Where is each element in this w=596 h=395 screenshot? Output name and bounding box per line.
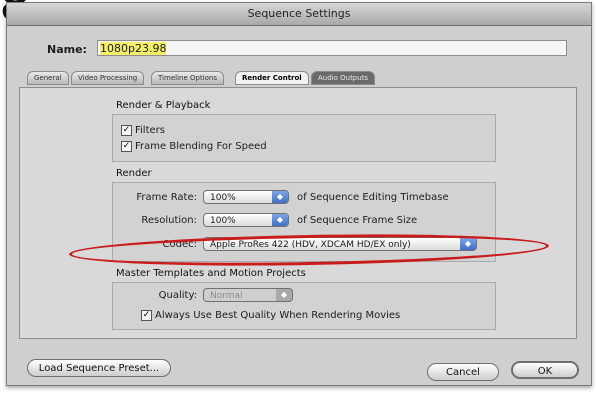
frame-rate-value: 100% — [210, 193, 236, 203]
ok-button[interactable]: OK — [511, 361, 579, 379]
resolution-label: Resolution: — [141, 215, 197, 226]
frame-rate-label: Frame Rate: — [136, 192, 197, 203]
sequence-settings-window: Sequence Settings Name: 1080p23.98 Gener… — [6, 2, 592, 386]
tab-video-processing[interactable]: Video Processing — [71, 71, 145, 85]
master-templates-title: Master Templates and Motion Projects — [116, 268, 306, 279]
name-label: Name: — [47, 43, 87, 56]
frame-rate-popup[interactable]: 100% ◆ — [203, 190, 289, 204]
cancel-button[interactable]: Cancel — [427, 363, 499, 381]
frame-blending-check-icon: ✓ — [121, 141, 132, 152]
render-title: Render — [116, 168, 152, 179]
name-field[interactable]: 1080p23.98 — [97, 40, 567, 56]
render-playback-group: ✓ Filters ✓ Frame Blending For Speed — [112, 114, 496, 162]
resolution-suffix: of Sequence Frame Size — [297, 215, 418, 226]
master-templates-group: Quality: Normal ◆ ✓ Always Use Best Qual… — [112, 282, 496, 330]
frame-rate-suffix: of Sequence Editing Timebase — [297, 192, 449, 203]
filters-label: Filters — [135, 125, 165, 136]
always-best-check-icon: ✓ — [141, 310, 152, 321]
tab-render-control[interactable]: Render Control — [235, 71, 309, 85]
filters-check-icon: ✓ — [121, 125, 132, 136]
tab-general[interactable]: General — [27, 71, 69, 85]
always-best-label: Always Use Best Quality When Rendering M… — [155, 310, 401, 321]
quality-popup[interactable]: Normal ◆ — [203, 288, 293, 302]
tab-timeline-options[interactable]: Timeline Options — [151, 71, 224, 85]
filters-checkbox[interactable]: ✓ Filters — [121, 125, 165, 136]
frame-blending-label: Frame Blending For Speed — [135, 141, 267, 152]
quality-label: Quality: — [158, 290, 197, 301]
frame-blending-checkbox[interactable]: ✓ Frame Blending For Speed — [121, 141, 267, 152]
name-value: 1080p23.98 — [100, 42, 167, 55]
popup-arrows-icon: ◆ — [272, 214, 288, 226]
render-playback-title: Render & Playback — [116, 100, 211, 111]
popup-arrows-icon: ◆ — [276, 289, 292, 301]
tab-audio-outputs[interactable]: Audio Outputs — [311, 71, 376, 85]
window-title: Sequence Settings — [7, 3, 591, 26]
always-best-quality-checkbox[interactable]: ✓ Always Use Best Quality When Rendering… — [141, 310, 400, 321]
load-sequence-preset-button[interactable]: Load Sequence Preset... — [27, 359, 171, 377]
quality-value: Normal — [210, 291, 243, 301]
resolution-value: 100% — [210, 216, 236, 226]
render-control-panel: Render & Playback ✓ Filters ✓ Frame Blen… — [19, 87, 577, 339]
resolution-popup[interactable]: 100% ◆ — [203, 213, 289, 227]
popup-arrows-icon: ◆ — [272, 191, 288, 203]
